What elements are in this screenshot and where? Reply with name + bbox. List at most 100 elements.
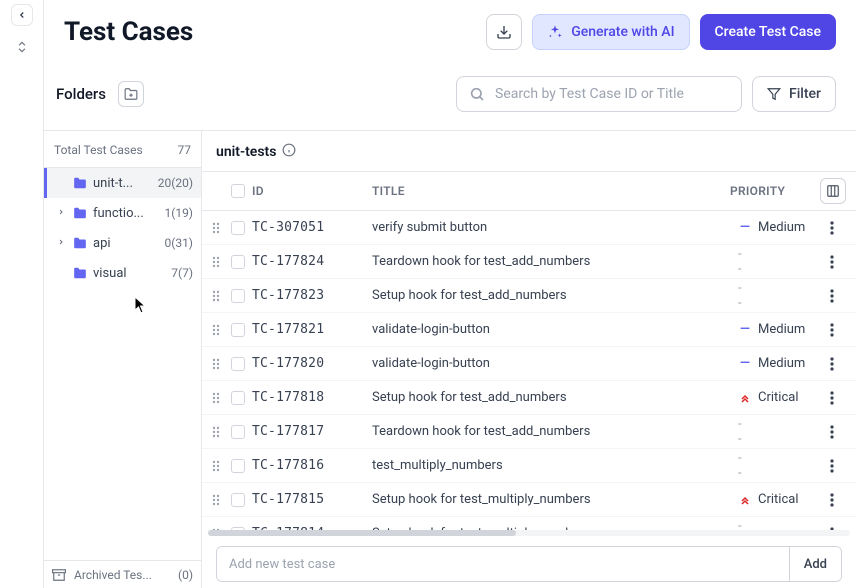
- drag-handle-icon[interactable]: [208, 222, 224, 234]
- priority-critical-icon: [738, 494, 752, 506]
- col-id[interactable]: ID: [252, 184, 372, 198]
- row-checkbox[interactable]: [231, 323, 245, 337]
- row-id: TC-307051: [252, 220, 372, 235]
- row-checkbox[interactable]: [231, 459, 245, 473]
- drag-handle-icon[interactable]: [208, 358, 224, 370]
- table-row[interactable]: TC-177823Setup hook for test_add_numbers…: [202, 279, 856, 313]
- row-title: Setup hook for test_add_numbers: [372, 390, 738, 405]
- search-input-wrapper[interactable]: [456, 76, 742, 112]
- create-test-case-button[interactable]: Create Test Case: [700, 14, 836, 50]
- row-priority: - -: [738, 281, 818, 311]
- row-menu-button[interactable]: [818, 289, 846, 303]
- row-checkbox[interactable]: [231, 221, 245, 235]
- kebab-icon: [830, 493, 834, 507]
- table-row[interactable]: TC-177817Teardown hook for test_add_numb…: [202, 415, 856, 449]
- row-menu-button[interactable]: [818, 459, 846, 473]
- left-rail: [0, 0, 44, 588]
- folder-icon: [73, 266, 87, 280]
- row-title: Setup hook for test_multiply_numbers: [372, 492, 738, 507]
- folder-count: 0(31): [164, 236, 193, 250]
- row-priority: - -: [738, 247, 818, 277]
- create-label: Create Test Case: [715, 24, 821, 40]
- folder-row-3[interactable]: visual7(7): [44, 258, 201, 288]
- folder-icon: [73, 236, 87, 250]
- columns-icon: [826, 184, 840, 198]
- drag-handle-icon[interactable]: [208, 256, 224, 268]
- folder-row-0[interactable]: unit-t...20(20): [44, 168, 201, 198]
- generate-ai-button[interactable]: Generate with AI: [532, 14, 689, 50]
- table-row[interactable]: TC-177821validate-login-button—Medium: [202, 313, 856, 347]
- archived-label: Archived Tes...: [74, 568, 170, 582]
- row-id: TC-177824: [252, 254, 372, 269]
- row-checkbox[interactable]: [231, 289, 245, 303]
- row-title: validate-login-button: [372, 356, 738, 371]
- table-row[interactable]: TC-177816test_multiply_numbers- -: [202, 449, 856, 483]
- select-all-checkbox[interactable]: [231, 184, 245, 198]
- folder-row-2[interactable]: api0(31): [44, 228, 201, 258]
- drag-handle-icon[interactable]: [208, 426, 224, 438]
- folder-row-1[interactable]: functio...1(19): [44, 198, 201, 228]
- row-checkbox[interactable]: [231, 357, 245, 371]
- row-checkbox[interactable]: [231, 391, 245, 405]
- expand-icon: [15, 40, 29, 54]
- info-icon[interactable]: [282, 143, 296, 161]
- table-row[interactable]: TC-307051verify submit button—Medium: [202, 211, 856, 245]
- row-checkbox[interactable]: [231, 425, 245, 439]
- row-menu-button[interactable]: [818, 391, 846, 405]
- row-checkbox[interactable]: [231, 255, 245, 269]
- drag-handle-icon[interactable]: [208, 290, 224, 302]
- row-priority: Critical: [738, 390, 818, 405]
- table-row[interactable]: TC-177824Teardown hook for test_add_numb…: [202, 245, 856, 279]
- table-body: TC-307051verify submit button—MediumTC-1…: [202, 211, 856, 530]
- folder-name: unit-t...: [93, 176, 152, 191]
- priority-critical-icon: [738, 392, 752, 404]
- row-menu-button[interactable]: [818, 357, 846, 371]
- add-test-case-button[interactable]: Add: [789, 547, 841, 581]
- drag-handle-icon[interactable]: [208, 324, 224, 336]
- total-label: Total Test Cases: [54, 143, 143, 157]
- row-menu-button[interactable]: [818, 221, 846, 235]
- row-id: TC-177823: [252, 288, 372, 303]
- row-menu-button[interactable]: [818, 323, 846, 337]
- row-menu-button[interactable]: [818, 255, 846, 269]
- row-id: TC-177815: [252, 492, 372, 507]
- kebab-icon: [830, 255, 834, 269]
- row-menu-button[interactable]: [818, 493, 846, 507]
- folder-name: functio...: [93, 206, 158, 221]
- back-button[interactable]: [11, 4, 33, 26]
- col-title[interactable]: TITLE: [372, 184, 730, 198]
- horizontal-scrollbar[interactable]: [208, 530, 850, 536]
- row-menu-button[interactable]: [818, 425, 846, 439]
- drag-handle-icon[interactable]: [208, 460, 224, 472]
- table-row[interactable]: TC-177818Setup hook for test_add_numbers…: [202, 381, 856, 415]
- download-button[interactable]: [486, 14, 522, 50]
- chevron-left-icon: [17, 10, 27, 20]
- filter-icon: [767, 87, 781, 101]
- folder-icon: [73, 176, 87, 190]
- table-row[interactable]: TC-177815Setup hook for test_multiply_nu…: [202, 483, 856, 517]
- scrollbar-thumb[interactable]: [208, 530, 516, 536]
- row-title: Setup hook for test_add_numbers: [372, 288, 738, 303]
- table-row[interactable]: TC-177814Setup hook for test_multiply_nu…: [202, 517, 856, 530]
- row-priority: —Medium: [738, 322, 818, 337]
- priority-none-icon: - -: [738, 247, 752, 277]
- kebab-icon: [830, 289, 834, 303]
- search-input[interactable]: [495, 86, 729, 102]
- kebab-icon: [830, 221, 834, 235]
- filter-button[interactable]: Filter: [752, 76, 836, 112]
- expand-toggle[interactable]: [11, 36, 33, 58]
- table-row[interactable]: TC-177820validate-login-button—Medium: [202, 347, 856, 381]
- table-title: unit-tests: [202, 131, 856, 171]
- column-config-button[interactable]: [820, 178, 846, 204]
- row-title: Teardown hook for test_add_numbers: [372, 254, 738, 269]
- priority-medium-icon: —: [738, 322, 752, 337]
- drag-handle-icon[interactable]: [208, 494, 224, 506]
- folder-name: visual: [93, 266, 165, 281]
- col-priority[interactable]: PRIORITY: [730, 184, 810, 198]
- row-checkbox[interactable]: [231, 493, 245, 507]
- add-folder-button[interactable]: [118, 81, 144, 107]
- add-test-case-input[interactable]: [217, 547, 789, 581]
- priority-medium-icon: —: [738, 220, 752, 235]
- drag-handle-icon[interactable]: [208, 392, 224, 404]
- archived-row[interactable]: Archived Tes... (0): [44, 560, 201, 588]
